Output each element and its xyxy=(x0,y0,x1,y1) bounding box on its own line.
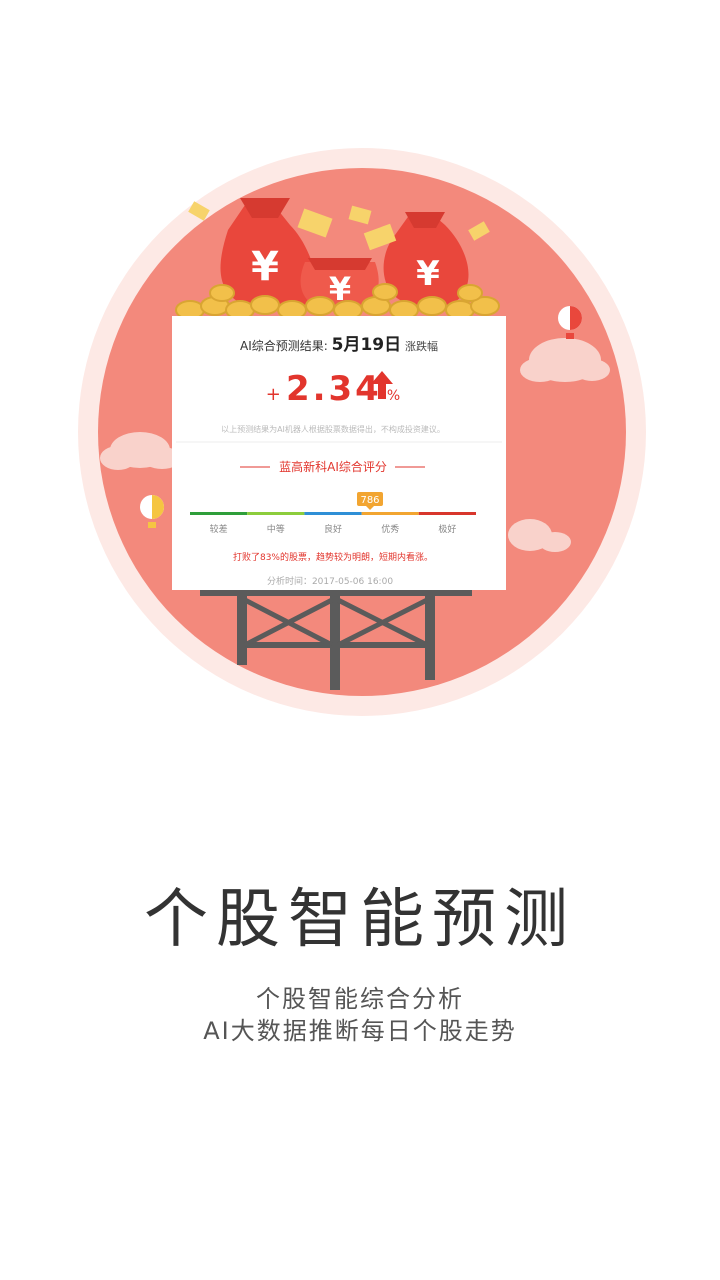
prediction-date: 5月19日 xyxy=(332,335,402,355)
score-bar-segment xyxy=(190,512,248,515)
hero-illustration: ¥ ¥ ¥ AI综合预测结果: 5月19日 涨跌幅 + 2.34 % 以上预测结… xyxy=(78,148,646,716)
prediction-suffix: 涨跌幅 xyxy=(405,339,438,353)
headline: 个股智能预测 xyxy=(144,883,576,957)
score-value: 786 xyxy=(360,495,379,506)
change-unit: % xyxy=(387,388,400,404)
summary-text: 打败了83%的股票，趋势较为明朗，短期内看涨。 xyxy=(233,551,433,563)
score-level-label: 中等 xyxy=(267,523,285,535)
subtitle-line-1: 个股智能综合分析 xyxy=(256,985,464,1013)
score-bar-segment xyxy=(304,512,362,515)
score-level-label: 较差 xyxy=(210,523,228,535)
score-level-label: 良好 xyxy=(324,523,342,535)
score-bar-segment xyxy=(247,512,305,515)
score-bar xyxy=(190,512,476,515)
change-value: 2.34 xyxy=(286,369,382,409)
change-sign: + xyxy=(266,384,281,405)
disclaimer-text: 以上预测结果为AI机器人根据股票数据得出，不构成投资建议。 xyxy=(221,424,445,434)
score-bar-segment xyxy=(418,512,476,515)
score-bar-segment xyxy=(361,512,419,515)
prediction-card xyxy=(172,316,506,590)
svg-text:¥: ¥ xyxy=(251,244,279,290)
score-title: 蓝高新科AI综合评分 xyxy=(279,459,387,474)
subtitle-line-2: AI大数据推断每日个股走势 xyxy=(203,1017,517,1045)
analysis-time: 分析时间：2017-05-06 16:00 xyxy=(267,575,393,587)
score-level-label: 极好 xyxy=(438,523,456,535)
svg-text:¥: ¥ xyxy=(416,254,440,294)
prediction-label: AI综合预测结果: xyxy=(240,338,328,353)
score-level-label: 优秀 xyxy=(381,523,399,535)
